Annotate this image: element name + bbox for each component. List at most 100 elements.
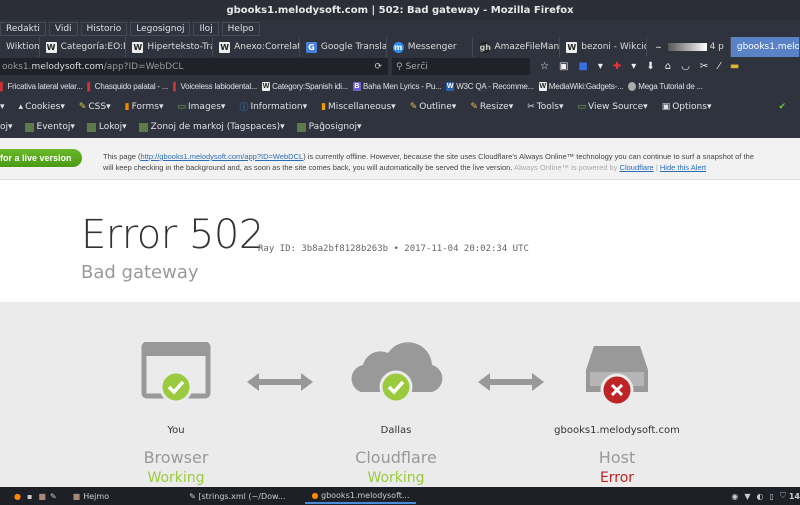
- bookmark[interactable]: B Baha Men Lyrics - Pu...: [352, 81, 441, 91]
- information-menu[interactable]: ⓘ Information ▾: [239, 100, 307, 114]
- taskbar-item-firefox[interactable]: ● gbooks1.melodysoft...: [305, 489, 416, 504]
- tab-label: bezoni - Wikcion: [581, 42, 646, 52]
- folder[interactable]: Eventoj ▾: [24, 122, 75, 132]
- images-menu[interactable]: ▭ Images ▾: [178, 102, 226, 112]
- editor-icon[interactable]: ✎: [50, 492, 57, 501]
- separator: |: [655, 163, 658, 172]
- hide-alert-link[interactable]: Hide this Alert: [660, 163, 706, 172]
- css-menu[interactable]: ✎ CSS ▾: [79, 102, 111, 112]
- folder[interactable]: Lokoj ▾: [86, 122, 127, 132]
- wiki-icon: W: [219, 41, 231, 53]
- alert-text-part: ) is currently offline. However, because…: [303, 152, 754, 161]
- volume-icon[interactable]: ◐: [756, 492, 763, 501]
- url-field[interactable]: ooks1. melodysoft.com/app?ID=WebDCL ⟳: [0, 58, 388, 75]
- always-online-alert: for a live version This page (http://gbo…: [0, 138, 800, 180]
- pocket-icon[interactable]: ◡: [681, 61, 690, 72]
- bookmark[interactable]: W W3C QA - Recomme...: [446, 81, 534, 91]
- wiki-icon: W: [566, 41, 578, 53]
- home-icon[interactable]: ⌂: [665, 61, 671, 72]
- live-version-button[interactable]: for a live version: [0, 149, 82, 167]
- terminal-icon[interactable]: ▪: [27, 492, 32, 501]
- miscellaneous-menu[interactable]: ▮ Miscellaneous ▾: [321, 102, 396, 112]
- resize-menu[interactable]: ✎ Resize ▾: [470, 102, 513, 112]
- download-icon[interactable]: ⬇: [646, 61, 654, 72]
- tab-label: gbooks1.melodysoft: [736, 42, 800, 52]
- bookmark[interactable]: W Category:Spanish idi...: [262, 81, 348, 91]
- tab[interactable]: W Hiperteksto-Tra: [126, 37, 214, 57]
- google-translate-icon: G: [305, 41, 317, 53]
- tab[interactable]: Wbezoni - Wikcion: [560, 37, 648, 57]
- bookmark[interactable]: W MediaWiki:Gadgets-...: [538, 81, 623, 91]
- taskbar-item-editor[interactable]: ✎ [strings.xml (~/Dow...: [189, 492, 285, 501]
- tab-active[interactable]: gbooks1.melodysoft: [730, 37, 800, 57]
- menu-help[interactable]: Helpo: [221, 21, 260, 36]
- clock[interactable]: 14: [789, 492, 800, 501]
- forms-menu[interactable]: ▮ Forms ▾: [125, 102, 164, 112]
- bookmark-label: Fricativa lateral velar...: [7, 81, 83, 91]
- wiki-icon: W: [132, 41, 144, 53]
- menu-view[interactable]: Vidi: [48, 21, 78, 36]
- error-title: Error 502: [81, 212, 264, 258]
- folder-label: Lokoj: [98, 122, 123, 132]
- files-icon[interactable]: ■: [38, 492, 46, 501]
- taskbar: ● ▪ ■ ✎ ■ Hejmo ✎ [strings.xml (~/Dow...…: [0, 487, 800, 505]
- addon-icon[interactable]: ✚: [613, 61, 621, 72]
- cookies-menu[interactable]: ▴ Cookies ▾: [19, 102, 65, 112]
- view-source-menu[interactable]: ▭ View Source ▾: [578, 102, 648, 112]
- menu-bar: Redakti Vidi Historio Legosignoj Iloj He…: [0, 20, 800, 37]
- menu-label: Outline: [419, 101, 452, 112]
- folder-label: Eventoj: [36, 122, 71, 132]
- extension-icon[interactable]: ▬: [730, 61, 739, 72]
- menu-bookmarks[interactable]: Legosignoj: [130, 21, 191, 36]
- bookmark[interactable]: ▌ Fricativa lateral velar...: [0, 82, 82, 91]
- options-menu[interactable]: ▣ Options ▾: [662, 102, 712, 112]
- battery-icon[interactable]: ▯: [769, 492, 773, 501]
- dropdown-icon[interactable]: ▾: [598, 61, 603, 72]
- outline-menu[interactable]: ✎ Outline ▾: [410, 102, 457, 112]
- tab-label: Google Translat: [320, 42, 387, 52]
- clipboard-icon[interactable]: ▣: [559, 61, 568, 72]
- folder[interactable]: Zonoj de markoj (Tagspaces) ▾: [138, 122, 285, 132]
- wiki-icon: W: [538, 81, 547, 91]
- menu-tools[interactable]: Iloj: [193, 21, 219, 36]
- screenshot-icon[interactable]: ✂: [700, 61, 708, 72]
- tab[interactable]: gh AmazeFileMana: [473, 37, 561, 57]
- bookmark[interactable]: ▌ Chasquido palatal - ...: [87, 82, 168, 91]
- user-icon[interactable]: ◉: [731, 492, 738, 501]
- tab[interactable]: Wiktion: [0, 37, 40, 57]
- shield-icon[interactable]: ⛉: [780, 491, 786, 501]
- dropdown-icon[interactable]: ▾: [0, 102, 5, 112]
- tab[interactable]: ~4 p: [647, 37, 731, 57]
- css-icon: ✎: [78, 101, 87, 112]
- tab-label: Wiktion: [6, 42, 40, 52]
- save-icon[interactable]: ■: [578, 61, 587, 72]
- misc-icon: ▮: [321, 101, 327, 112]
- folder[interactable]: Paĝosignoj ▾: [296, 122, 362, 132]
- reload-icon[interactable]: ⟳: [374, 62, 382, 72]
- source-icon: ▭: [577, 101, 587, 112]
- tab[interactable]: W Categoría:EO:Pr: [40, 37, 127, 57]
- tab[interactable]: G Google Translat: [300, 37, 387, 57]
- eyedropper-icon[interactable]: ⁄: [718, 61, 720, 72]
- tab[interactable]: W Anexo:Correlati: [213, 37, 300, 57]
- menu-history[interactable]: Historio: [80, 21, 128, 36]
- bookmark-star-icon[interactable]: ☆: [540, 61, 549, 72]
- search-input[interactable]: ⚲ Serĉi: [392, 58, 530, 75]
- menu-edit[interactable]: Redakti: [0, 21, 46, 36]
- url-prefix: ooks1.: [2, 61, 32, 72]
- search-icon: ⚲: [396, 61, 406, 72]
- taskbar-item[interactable]: Hejmo: [83, 492, 109, 501]
- browser-icon: [141, 342, 211, 404]
- menu-label: Resize: [479, 101, 509, 112]
- cloudflare-link[interactable]: Cloudflare: [620, 163, 654, 172]
- folder[interactable]: oj ▾: [0, 122, 13, 132]
- bookmark[interactable]: ▌ Voiceless labiodental...: [173, 82, 257, 91]
- tools-menu[interactable]: ✂ Tools ▾: [527, 102, 563, 112]
- bookmark[interactable]: Mega Tutorial de ...: [628, 81, 703, 91]
- page-link[interactable]: http://gbooks1.melodysoft.com/app?ID=Web…: [141, 152, 304, 161]
- dropdown-icon[interactable]: ▾: [631, 61, 636, 72]
- tab[interactable]: m Messenger: [387, 37, 474, 57]
- firefox-launcher-icon[interactable]: ●: [14, 492, 21, 501]
- wifi-icon[interactable]: ▼: [744, 492, 750, 501]
- folder-label: Paĝosignoj: [308, 122, 358, 132]
